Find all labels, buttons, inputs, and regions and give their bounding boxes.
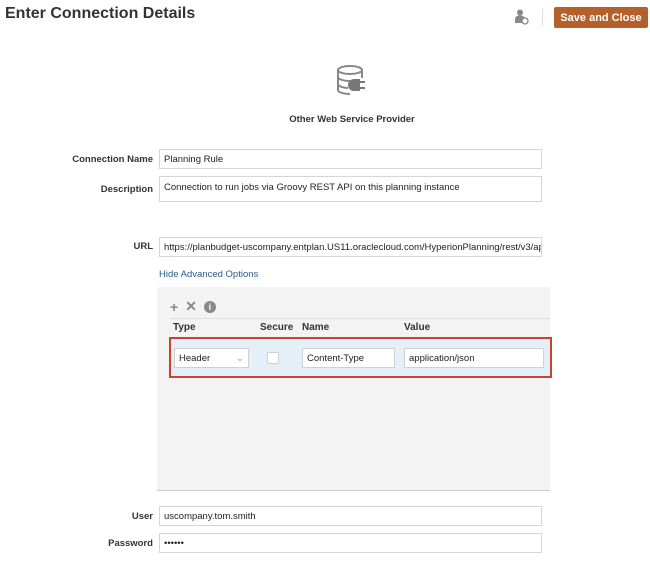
value-input[interactable]: application/json: [404, 348, 544, 368]
column-value: Value: [404, 322, 431, 333]
save-and-close-button[interactable]: Save and Close: [554, 7, 648, 28]
hide-advanced-options-link[interactable]: Hide Advanced Options: [159, 269, 258, 280]
connection-name-input[interactable]: Planning Rule: [159, 149, 542, 169]
user-input[interactable]: uscompany.tom.smith: [159, 506, 542, 526]
column-type: Type: [173, 322, 196, 333]
add-icon[interactable]: +: [170, 299, 178, 315]
info-icon[interactable]: i: [203, 300, 216, 313]
connection-name-label: Connection Name: [72, 154, 153, 165]
description-textarea[interactable]: Connection to run jobs via Groovy REST A…: [159, 176, 542, 202]
password-input[interactable]: ••••••: [159, 533, 542, 553]
provider-name: Other Web Service Provider: [289, 114, 415, 125]
name-input[interactable]: Content-Type: [302, 348, 395, 368]
password-label: Password: [108, 538, 153, 549]
secure-checkbox[interactable]: [267, 352, 279, 364]
user-settings-icon[interactable]: [515, 9, 529, 30]
type-value: Header: [179, 352, 211, 364]
column-secure: Secure: [260, 322, 294, 333]
page-title: Enter Connection Details: [5, 5, 196, 22]
table-row: Header ⌄ Content-Type application/json: [169, 337, 552, 378]
description-label: Description: [100, 184, 153, 195]
url-label: URL: [133, 241, 153, 252]
column-name: Name: [302, 322, 330, 333]
type-select[interactable]: Header ⌄: [174, 348, 249, 368]
chevron-down-icon: ⌄: [236, 352, 244, 364]
toolbar-divider: [542, 9, 543, 26]
toolbar-separator: [170, 318, 550, 319]
delete-icon[interactable]: ✕: [185, 298, 197, 315]
user-label: User: [131, 511, 153, 522]
url-input[interactable]: https://planbudget-uscompany.entplan.US1…: [159, 237, 542, 257]
database-plug-icon: [336, 64, 370, 101]
